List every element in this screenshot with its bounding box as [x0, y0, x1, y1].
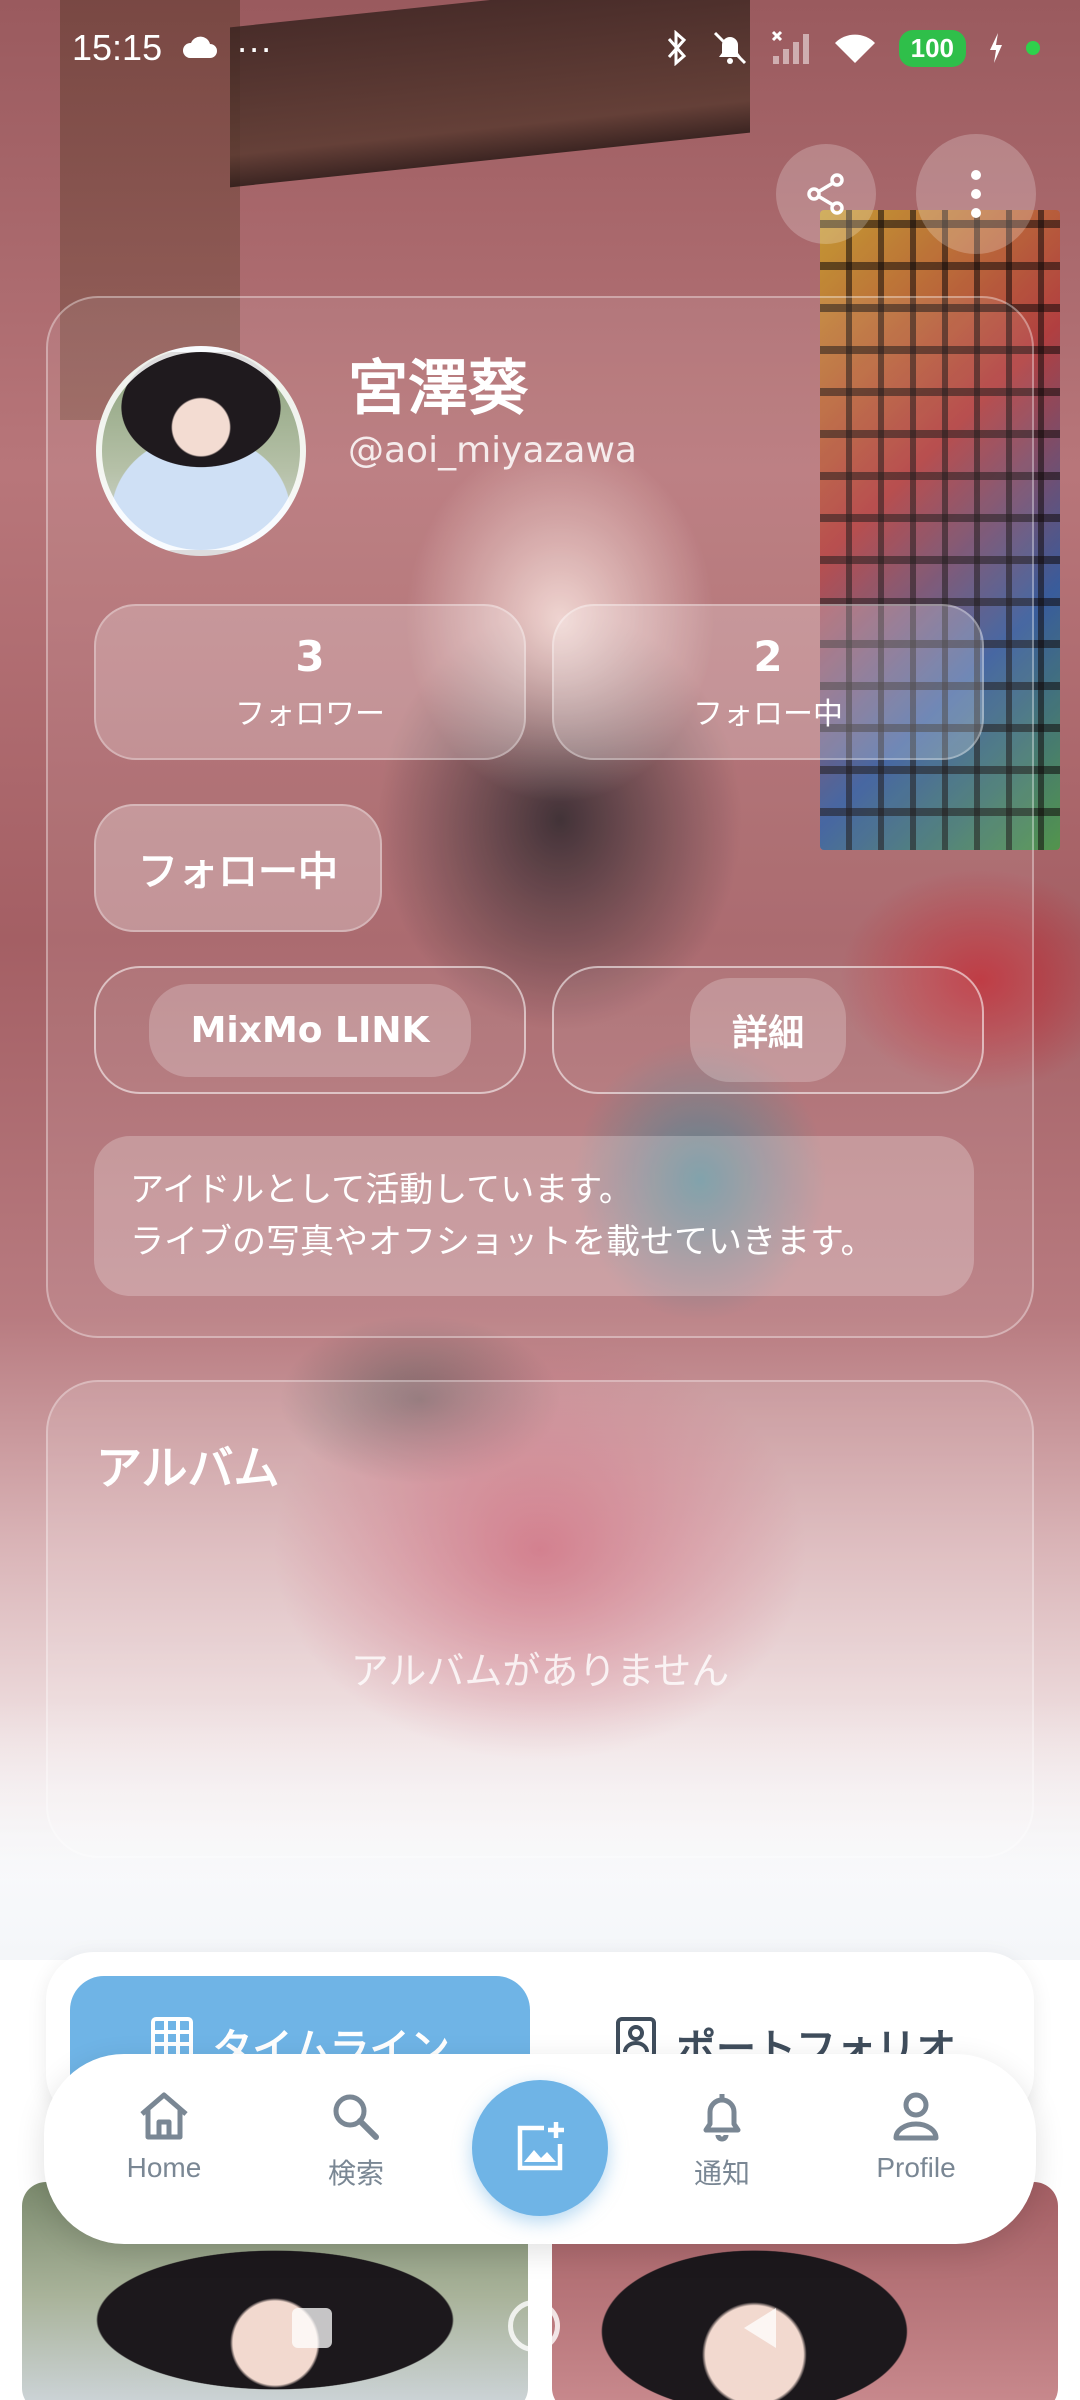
bio-line: ライブの写真やオフショットを載せていきます。: [130, 1222, 875, 1262]
system-recents-button[interactable]: [292, 2308, 332, 2348]
nav-notifications-label: 通知: [693, 2158, 750, 2189]
wifi-icon: [834, 34, 875, 63]
signal-icon: [771, 30, 809, 64]
home-icon: [140, 2092, 188, 2140]
create-post-button[interactable]: [472, 2080, 608, 2216]
battery-indicator: 100: [898, 29, 966, 67]
more-vertical-icon: [971, 170, 981, 218]
search-icon: [333, 2094, 379, 2140]
system-home-button[interactable]: [508, 2300, 560, 2352]
details-button[interactable]: 詳細: [552, 966, 984, 1094]
nav-search-label: 検索: [327, 2158, 384, 2189]
share-icon: [807, 173, 844, 215]
nav-search[interactable]: 検索: [266, 2090, 446, 2210]
person-icon: [893, 2092, 939, 2141]
cloud-icon: [183, 36, 218, 58]
bluetooth-icon: [667, 30, 686, 66]
profile-handle: @aoi_miyazawa: [348, 430, 637, 471]
charging-icon: [990, 33, 1002, 63]
followers-label: フォロワー: [235, 696, 385, 732]
following-label: フォロー中: [693, 696, 843, 732]
avatar[interactable]: [96, 346, 306, 556]
following-stat[interactable]: 2 フォロー中: [552, 604, 984, 760]
mixmo-link-button[interactable]: MixMo LINK: [94, 966, 526, 1094]
album-title: アルバム: [96, 1441, 280, 1495]
nav-profile-label: Profile: [876, 2152, 956, 2183]
mixmo-link-label: MixMo LINK: [148, 983, 472, 1077]
nav-home[interactable]: Home: [74, 2090, 254, 2210]
bio-line: アイドルとして活動しています。: [130, 1170, 633, 1210]
follow-button[interactable]: フォロー中: [94, 804, 382, 932]
privacy-dot: [1026, 41, 1040, 55]
bell-icon: [703, 2094, 741, 2142]
followers-count: 3: [295, 631, 325, 681]
nav-notifications[interactable]: 通知: [632, 2090, 812, 2210]
status-bar: 15:15 ··· 100: [0, 0, 1080, 96]
add-photo-icon: [517, 2122, 564, 2171]
following-count: 2: [753, 631, 783, 681]
nav-home-label: Home: [126, 2152, 202, 2183]
bell-muted-icon: [713, 31, 746, 65]
details-label: 詳細: [689, 978, 846, 1082]
album-empty-message: アルバムがありません: [350, 1649, 730, 1693]
system-back-button[interactable]: [744, 2308, 776, 2348]
followers-stat[interactable]: 3 フォロワー: [94, 604, 526, 760]
status-more-dots: ···: [236, 27, 273, 68]
status-time: 15:15: [72, 27, 163, 68]
profile-display-name: 宮澤葵: [348, 354, 528, 424]
profile-bio: アイドルとして活動しています。 ライブの写真やオフショットを載せていきます。: [94, 1136, 974, 1296]
share-button[interactable]: [776, 144, 876, 244]
more-options-button[interactable]: [916, 134, 1036, 254]
nav-profile[interactable]: Profile: [826, 2090, 1006, 2210]
